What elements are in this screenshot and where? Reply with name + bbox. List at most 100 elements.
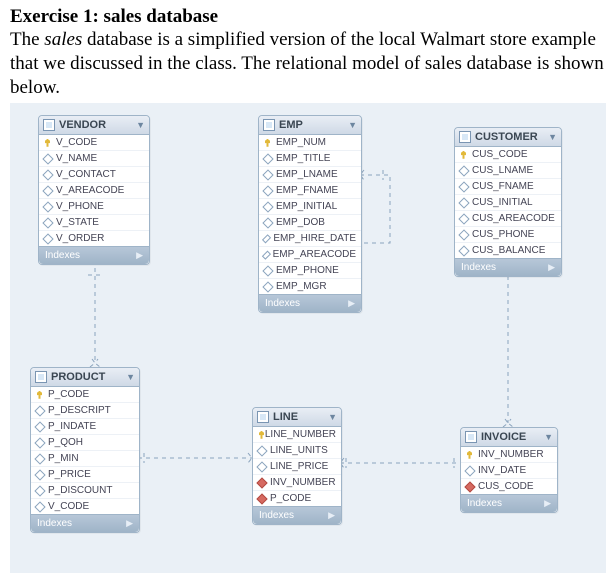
diamond-icon <box>36 503 44 511</box>
column-row[interactable]: INV_DATE <box>461 462 557 478</box>
column-row[interactable]: P_DESCRIPT <box>31 402 139 418</box>
column-row[interactable]: CUS_AREACODE <box>455 210 561 226</box>
triangle-right-icon: ▶ <box>136 250 143 261</box>
chevron-down-icon[interactable]: ▼ <box>126 372 135 382</box>
table-vendor[interactable]: VENDOR ▼ V_CODE V_NAME V_CONTACTV_AREACODE… <box>38 115 150 265</box>
column-row[interactable]: LINE_NUMBER <box>253 427 341 442</box>
column-row[interactable]: CUS_PHONE <box>455 226 561 242</box>
column-row[interactable]: CUS_INITIAL <box>455 194 561 210</box>
table-title: CUSTOMER <box>475 131 538 143</box>
column-row[interactable]: LINE_UNITS <box>253 442 341 458</box>
table-header[interactable]: INVOICE ▼ <box>461 428 557 447</box>
column-name: V_ORDER <box>56 233 104 244</box>
intro-italic: sales <box>44 29 82 50</box>
table-icon <box>257 411 269 423</box>
indexes-bar[interactable]: Indexes▶ <box>31 514 139 532</box>
key-icon <box>36 391 44 399</box>
column-list: CUS_CODECUS_LNAMECUS_FNAMECUS_INITIALCUS… <box>455 147 561 258</box>
table-header[interactable]: PRODUCT ▼ <box>31 368 139 387</box>
key-icon <box>258 431 261 439</box>
column-row[interactable]: P_CODE <box>253 490 341 506</box>
column-row[interactable]: CUS_CODE <box>455 147 561 162</box>
column-row[interactable]: V_ORDER <box>39 230 149 246</box>
indexes-bar[interactable]: Indexes▶ <box>461 494 557 512</box>
table-product[interactable]: PRODUCT ▼ P_CODE P_DESCRIPTP_INDATE P_QOH P… <box>30 367 140 533</box>
column-row[interactable]: V_NAME <box>39 150 149 166</box>
table-emp[interactable]: EMP ▼ EMP_NUM EMP_TITLEEMP_LNAMEEMP_FNAME… <box>258 115 362 313</box>
table-invoice[interactable]: INVOICE ▼ INV_NUMBERINV_DATECUS_CODE Ind… <box>460 427 558 513</box>
column-row[interactable]: EMP_INITIAL <box>259 198 361 214</box>
column-row[interactable]: V_AREACODE <box>39 182 149 198</box>
column-name: CUS_FNAME <box>472 181 534 192</box>
diamond-icon <box>36 439 44 447</box>
column-row[interactable]: CUS_BALANCE <box>455 242 561 258</box>
diamond-icon <box>258 479 266 487</box>
column-row[interactable]: V_STATE <box>39 214 149 230</box>
table-line[interactable]: LINE ▼ LINE_NUMBER LINE_UNITS LINE_PRICEIN… <box>252 407 342 525</box>
table-header[interactable]: CUSTOMER ▼ <box>455 128 561 147</box>
indexes-bar[interactable]: Indexes▶ <box>455 258 561 276</box>
column-row[interactable]: P_MIN <box>31 450 139 466</box>
column-name: V_CODE <box>56 137 97 148</box>
table-header[interactable]: EMP ▼ <box>259 116 361 135</box>
column-row[interactable]: P_DISCOUNT <box>31 482 139 498</box>
column-row[interactable]: P_INDATE <box>31 418 139 434</box>
column-row[interactable]: EMP_FNAME <box>259 182 361 198</box>
indexes-bar[interactable]: Indexes▶ <box>39 246 149 264</box>
column-row[interactable]: CUS_LNAME <box>455 162 561 178</box>
table-customer[interactable]: CUSTOMER ▼ CUS_CODE CUS_LNAME CUS_FNAME CUS… <box>454 127 562 277</box>
column-row[interactable]: LINE_PRICE <box>253 458 341 474</box>
chevron-down-icon[interactable]: ▼ <box>136 120 145 130</box>
indexes-bar[interactable]: Indexes▶ <box>253 506 341 524</box>
column-row[interactable]: P_PRICE <box>31 466 139 482</box>
table-header[interactable]: LINE ▼ <box>253 408 341 427</box>
column-row[interactable]: V_PHONE <box>39 198 149 214</box>
column-name: CUS_BALANCE <box>472 245 545 256</box>
triangle-right-icon: ▶ <box>548 262 555 273</box>
column-name: P_MIN <box>48 453 79 464</box>
diamond-icon <box>264 203 272 211</box>
column-row[interactable]: CUS_CODE <box>461 478 557 494</box>
diamond-icon <box>36 455 44 463</box>
chevron-down-icon[interactable]: ▼ <box>328 412 337 422</box>
column-name: V_STATE <box>56 217 99 228</box>
column-row[interactable]: EMP_HIRE_DATE <box>259 230 361 246</box>
column-row[interactable]: EMP_AREACODE <box>259 246 361 262</box>
diamond-icon <box>44 171 52 179</box>
column-row[interactable]: INV_NUMBER <box>253 474 341 490</box>
diamond-icon <box>44 203 52 211</box>
column-row[interactable]: EMP_NUM <box>259 135 361 150</box>
column-row[interactable]: EMP_PHONE <box>259 262 361 278</box>
triangle-right-icon: ▶ <box>544 498 551 509</box>
diamond-icon <box>44 187 52 195</box>
intro-c: database is a simplified version of the … <box>10 29 604 98</box>
column-row[interactable]: V_CODE <box>39 135 149 150</box>
column-row[interactable]: CUS_FNAME <box>455 178 561 194</box>
column-list: INV_NUMBERINV_DATECUS_CODE <box>461 447 557 494</box>
column-row[interactable]: P_QOH <box>31 434 139 450</box>
column-name: P_QOH <box>48 437 83 448</box>
indexes-bar[interactable]: Indexes▶ <box>259 294 361 312</box>
table-title: VENDOR <box>59 119 106 131</box>
column-name: V_NAME <box>56 153 97 164</box>
chevron-down-icon[interactable]: ▼ <box>548 132 557 142</box>
table-icon <box>43 119 55 131</box>
column-name: LINE_UNITS <box>270 445 328 456</box>
chevron-down-icon[interactable]: ▼ <box>348 120 357 130</box>
column-row[interactable]: V_CODE <box>31 498 139 514</box>
column-row[interactable]: V_CONTACT <box>39 166 149 182</box>
column-name: P_CODE <box>48 389 89 400</box>
diamond-icon <box>258 463 266 471</box>
column-row[interactable]: P_CODE <box>31 387 139 402</box>
chevron-down-icon[interactable]: ▼ <box>544 432 553 442</box>
table-header[interactable]: VENDOR ▼ <box>39 116 149 135</box>
column-row[interactable]: INV_NUMBER <box>461 447 557 462</box>
column-name: CUS_CODE <box>472 149 528 160</box>
column-name: EMP_NUM <box>276 137 326 148</box>
diamond-icon <box>36 407 44 415</box>
column-row[interactable]: EMP_TITLE <box>259 150 361 166</box>
column-row[interactable]: EMP_LNAME <box>259 166 361 182</box>
column-row[interactable]: EMP_DOB <box>259 214 361 230</box>
column-row[interactable]: EMP_MGR <box>259 278 361 294</box>
column-name: EMP_AREACODE <box>273 249 356 260</box>
